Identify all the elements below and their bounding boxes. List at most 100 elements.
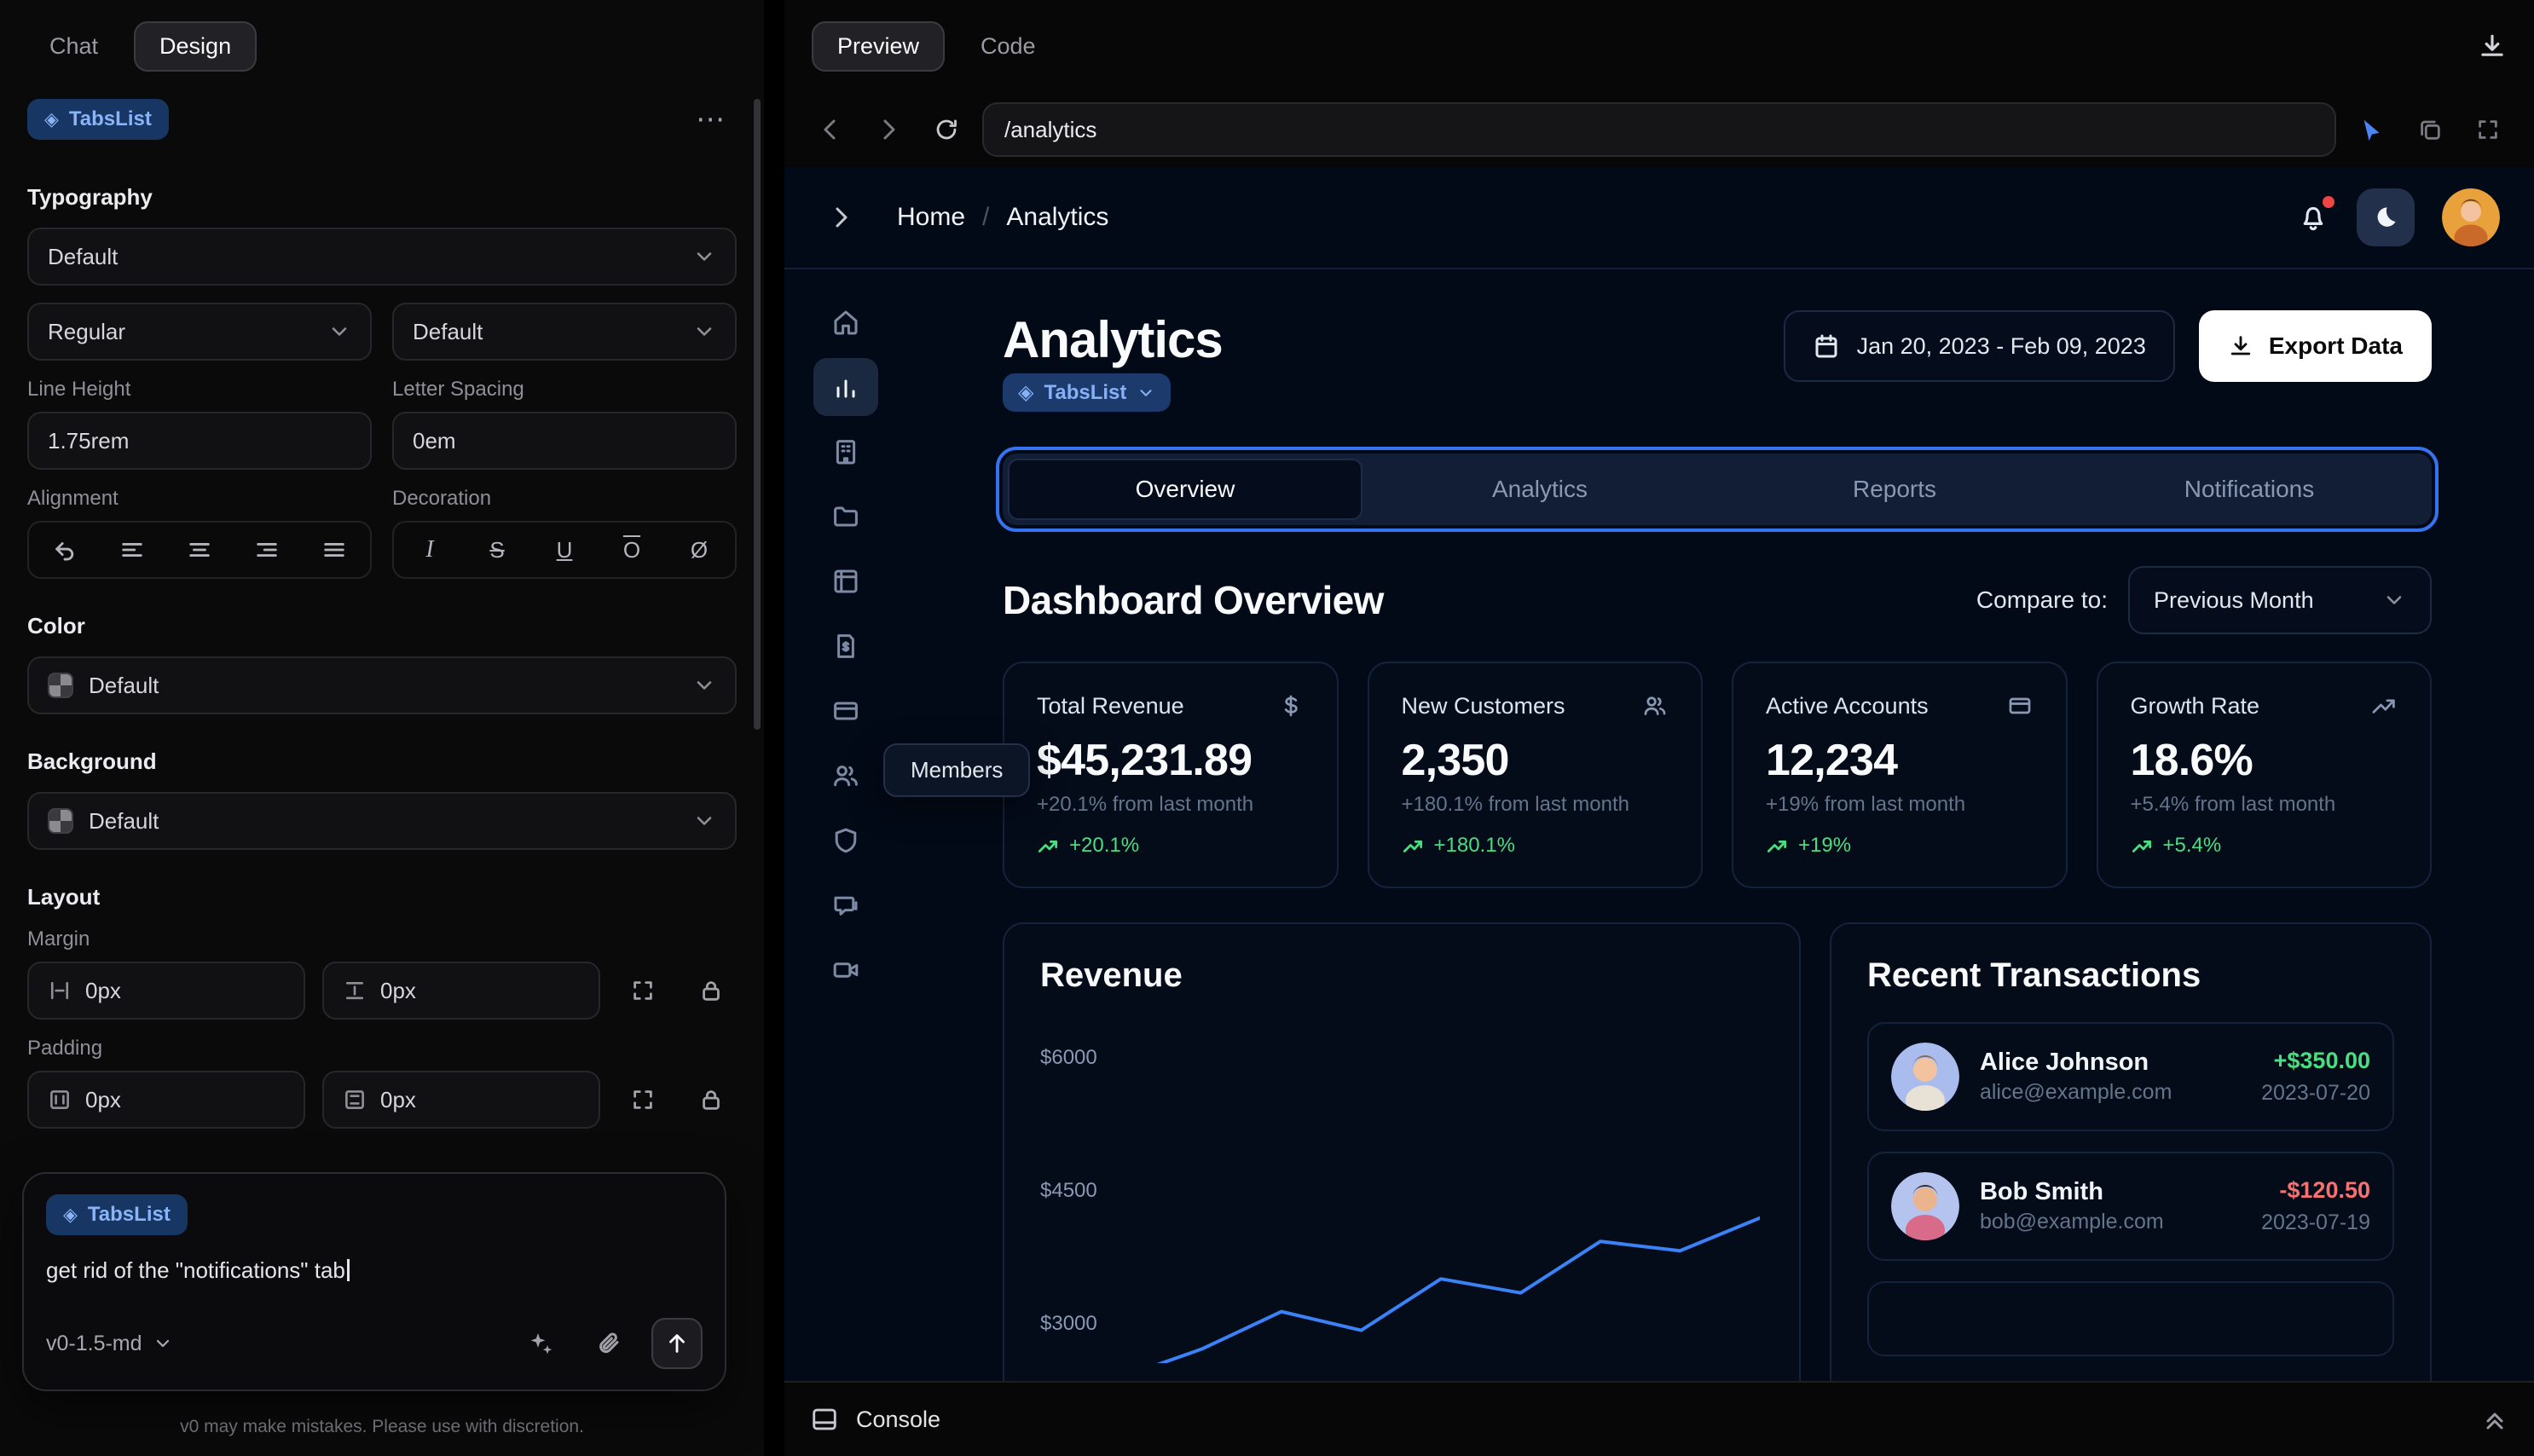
refresh-button[interactable]	[924, 107, 969, 152]
background-section: Background Default	[0, 721, 764, 857]
prompt-composer[interactable]: ◈ TabsList get rid of the "notifications…	[22, 1172, 726, 1391]
back-button[interactable]	[808, 107, 853, 152]
tab-overview[interactable]: Overview	[1008, 459, 1362, 520]
refresh-icon	[936, 119, 957, 140]
tab-design[interactable]: Design	[134, 20, 257, 72]
fullscreen-button[interactable]	[2466, 107, 2510, 152]
avatar-image	[1890, 1172, 1959, 1240]
background-select[interactable]: Default	[27, 792, 737, 850]
clear-decoration-button[interactable]: Ø	[677, 528, 721, 572]
line-height-label: Line Height	[27, 378, 131, 401]
attach-file-button[interactable]	[583, 1318, 634, 1369]
expand-margin-button[interactable]	[617, 965, 668, 1016]
dashboard-body: Members Analytics ◈ TabsList Jan 20, 202…	[784, 269, 2534, 1381]
rail-item-home[interactable]	[813, 293, 878, 351]
submit-prompt-button[interactable]	[651, 1318, 703, 1369]
credit-card-icon	[834, 702, 858, 720]
enhance-prompt-button[interactable]	[515, 1318, 566, 1369]
theme-toggle-button[interactable]	[2357, 188, 2415, 246]
margin-x-value: 0px	[85, 977, 121, 1003]
italic-button[interactable]: I	[408, 528, 452, 572]
letter-spacing-value: 0em	[413, 427, 456, 454]
tab-code[interactable]: Code	[955, 21, 1062, 72]
design-panel: Chat Design ◈ TabsList ⋯ Typography Defa…	[0, 0, 764, 1456]
align-center-icon	[189, 543, 210, 557]
copy-icon	[2421, 120, 2440, 140]
export-data-button[interactable]: Export Data	[2198, 310, 2432, 382]
selected-element-chip[interactable]: ◈ TabsList	[27, 99, 169, 140]
transaction-date: 2023-07-19	[2261, 1210, 2370, 1234]
overflow-menu-button[interactable]: ⋯	[686, 99, 737, 140]
tab-reports[interactable]: Reports	[1717, 459, 2072, 520]
panel-scrollbar[interactable]	[754, 99, 761, 730]
transactions-list: Alice Johnson alice@example.com +$350.00…	[1866, 1022, 2394, 1356]
date-range-picker[interactable]: Jan 20, 2023 - Feb 09, 2023	[1783, 310, 2175, 382]
padding-label: Padding	[27, 1037, 103, 1060]
tab-preview[interactable]: Preview	[812, 20, 946, 72]
rail-item-members[interactable]	[813, 747, 878, 805]
align-left-button[interactable]	[110, 528, 154, 572]
margin-x-input[interactable]: 0px	[27, 962, 305, 1020]
composer-element-chip[interactable]: ◈ TabsList	[46, 1194, 188, 1235]
overline-button[interactable]: O	[610, 528, 654, 572]
console-bar: Console	[784, 1381, 2534, 1456]
layout-section: Layout Margin 0px 0px Padding 0px 0px	[0, 857, 764, 1135]
rail-item-security[interactable]	[813, 812, 878, 870]
inspect-mode-button[interactable]	[2350, 107, 2394, 152]
date-range-value: Jan 20, 2023 - Feb 09, 2023	[1856, 332, 2146, 359]
stat-card-active-accounts: Active Accounts 12,234 +19% from last mo…	[1732, 662, 2068, 888]
copy-button[interactable]	[2408, 107, 2452, 152]
model-select[interactable]: v0-1.5-md	[46, 1332, 173, 1356]
rail-item-projects[interactable]	[813, 488, 878, 546]
rail-item-organization[interactable]	[813, 423, 878, 481]
rail-item-invoices[interactable]	[813, 617, 878, 675]
compare-select[interactable]: Previous Month	[2128, 566, 2432, 634]
sidebar-toggle-button[interactable]	[819, 195, 863, 240]
disclaimer-text: v0 may make mistakes. Please use with di…	[180, 1417, 584, 1436]
reset-alignment-button[interactable]	[43, 528, 87, 572]
font-family-select[interactable]: Default	[27, 228, 737, 286]
tab-analytics[interactable]: Analytics	[1362, 459, 1717, 520]
padding-x-input[interactable]: 0px	[27, 1071, 305, 1129]
notifications-button[interactable]	[2297, 196, 2334, 234]
breadcrumb-home[interactable]: Home	[897, 203, 965, 232]
rail-item-analytics[interactable]	[813, 358, 878, 416]
margin-y-input[interactable]: 0px	[322, 962, 600, 1020]
moon-icon	[2377, 207, 2396, 227]
align-justify-icon	[324, 543, 344, 557]
font-size-select[interactable]: Default	[392, 303, 737, 361]
expand-console-button[interactable]	[2481, 1406, 2508, 1433]
rail-item-billing[interactable]	[813, 682, 878, 740]
color-select[interactable]: Default	[27, 656, 737, 714]
composer-input[interactable]: get rid of the "notifications" tab	[46, 1257, 703, 1284]
rail-item-video[interactable]	[813, 941, 878, 999]
tab-notifications[interactable]: Notifications	[2072, 459, 2427, 520]
rail-item-ledger[interactable]	[813, 552, 878, 610]
font-weight-select[interactable]: Regular	[27, 303, 372, 361]
stat-title: Growth Rate	[2130, 692, 2260, 719]
align-right-button[interactable]	[245, 528, 289, 572]
strikethrough-icon: S	[489, 536, 505, 563]
expand-padding-button[interactable]	[617, 1074, 668, 1125]
transaction-row	[1866, 1281, 2394, 1356]
lock-margin-button[interactable]	[686, 965, 737, 1016]
stat-change: +5.4% from last month	[2130, 793, 2336, 816]
align-left-icon	[122, 543, 142, 557]
forward-button[interactable]	[866, 107, 911, 152]
padding-y-input[interactable]: 0px	[322, 1071, 600, 1129]
align-center-button[interactable]	[177, 528, 222, 572]
align-justify-button[interactable]	[312, 528, 356, 572]
element-overlay-badge[interactable]: ◈ TabsList	[1003, 373, 1172, 412]
tab-chat[interactable]: Chat	[24, 21, 124, 72]
alignment-group	[27, 521, 372, 579]
user-avatar[interactable]	[2442, 188, 2500, 246]
rail-item-messages[interactable]	[813, 876, 878, 934]
lock-padding-button[interactable]	[686, 1074, 737, 1125]
strikethrough-button[interactable]: S	[475, 528, 519, 572]
url-bar[interactable]: /analytics	[982, 102, 2336, 157]
paperclip-icon	[599, 1332, 619, 1354]
letter-spacing-input[interactable]: 0em	[392, 412, 737, 470]
download-button[interactable]	[2478, 32, 2507, 61]
line-height-input[interactable]: 1.75rem	[27, 412, 372, 470]
underline-button[interactable]: U	[542, 528, 587, 572]
